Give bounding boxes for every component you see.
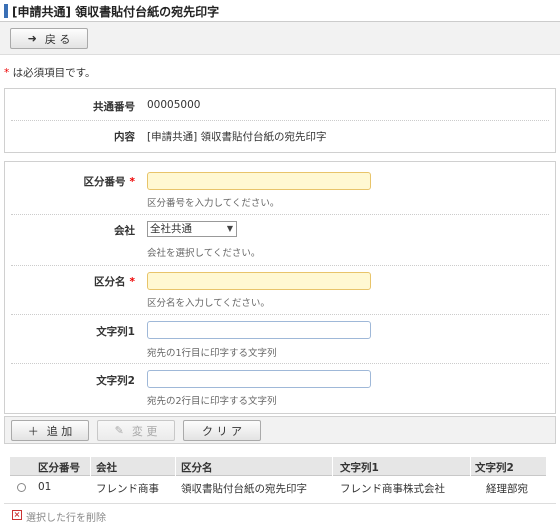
required-note-text: は必須項目です。 [12,67,96,79]
clear-button-label: ク リ ア [202,424,242,438]
company-hint: 会社を選択してください。 [147,248,261,259]
delete-x-icon[interactable]: × [12,510,22,520]
required-star: * [129,176,136,188]
column-header: 区分番号 [38,462,80,474]
common-no-value: 00005000 [147,99,201,111]
category-name-label: 区分名 * [94,274,135,289]
arrow-left-icon: ➜ [27,32,37,45]
string1-label: 文字列1 [96,326,135,338]
category-no-input[interactable] [147,172,371,190]
table-cell: フレンド商事株式会社 [340,483,445,495]
column-separator [175,457,176,476]
string2-input[interactable] [147,370,371,388]
category-name-hint: 区分名を入力してください。 [147,298,270,309]
divider [11,214,549,215]
column-separator [470,457,471,476]
form-panel: 区分番号 * 区分番号を入力してください。 会社 全社共通 ▼ 会社を選択してくだ… [4,161,556,414]
pencil-icon: ✎ [114,424,124,437]
clear-button[interactable]: ク リ ア [183,420,261,441]
back-button[interactable]: ➜ 戻 る [10,28,88,49]
content-value: [申請共通] 領収書貼付台紙の宛先印字 [147,131,327,143]
required-star: * [4,67,10,79]
category-name-label-text: 区分名 [94,276,126,288]
delete-selected-link[interactable]: 選択した行を削除 [26,509,106,524]
plus-icon: ＋ [27,424,39,438]
company-select-value: 全社共通 [150,223,192,235]
table-cell: 経理部宛 [486,483,528,495]
string1-hint: 宛先の1行目に印字する文字列 [147,348,277,359]
table-cell: 領収書貼付台紙の宛先印字 [181,483,307,495]
summary-panel: 共通番号 00005000 内容 [申請共通] 領収書貼付台紙の宛先印字 [4,88,556,153]
change-button[interactable]: ✎ 変 更 [97,420,175,441]
column-header: 文字列2 [475,462,514,474]
toolbar: ➜ 戻 る [0,22,560,55]
string1-input[interactable] [147,321,371,339]
column-separator [332,457,333,476]
title-bar: [申請共通] 領収書貼付台紙の宛先印字 [0,0,560,22]
divider [11,314,549,315]
row-select-radio[interactable] [17,483,26,492]
table-header: 区分番号 会社 区分名 文字列1 文字列2 [10,457,546,476]
dropdown-arrow-icon: ▼ [226,224,233,233]
add-button-label: 追 加 [46,424,73,438]
action-bar: ＋ 追 加 ✎ 変 更 ク リ ア [4,416,556,444]
column-separator [90,457,91,476]
add-button[interactable]: ＋ 追 加 [11,420,89,441]
required-star: * [129,276,136,288]
column-header: 区分名 [181,462,213,474]
company-select[interactable]: 全社共通 ▼ [147,221,237,237]
table-cell: フレンド商事 [96,483,159,495]
back-button-label: 戻 る [44,32,71,46]
category-no-label: 区分番号 * [84,174,136,189]
required-note: * は必須項目です。 [4,65,96,80]
string2-label: 文字列2 [96,375,135,387]
category-name-input[interactable] [147,272,371,290]
string2-hint: 宛先の2行目に印字する文字列 [147,396,277,407]
table-footer: × 選択した行を削除 [4,503,556,525]
table-cell: 01 [38,481,52,493]
divider [11,363,549,364]
change-button-label: 変 更 [131,424,158,438]
table-row[interactable]: 01 フレンド商事 領収書貼付台紙の宛先印字 フレンド商事株式会社 経理部宛 [10,477,546,497]
content-label: 内容 [114,131,135,143]
common-no-label: 共通番号 [93,101,135,113]
page-title: [申請共通] 領収書貼付台紙の宛先印字 [12,5,220,19]
category-no-label-text: 区分番号 [83,176,126,188]
title-marker [4,4,8,18]
column-header: 会社 [96,462,117,474]
divider [11,265,549,266]
company-label: 会社 [114,225,135,237]
divider [11,120,549,121]
category-no-hint: 区分番号を入力してください。 [147,198,280,209]
column-header: 文字列1 [340,462,379,474]
